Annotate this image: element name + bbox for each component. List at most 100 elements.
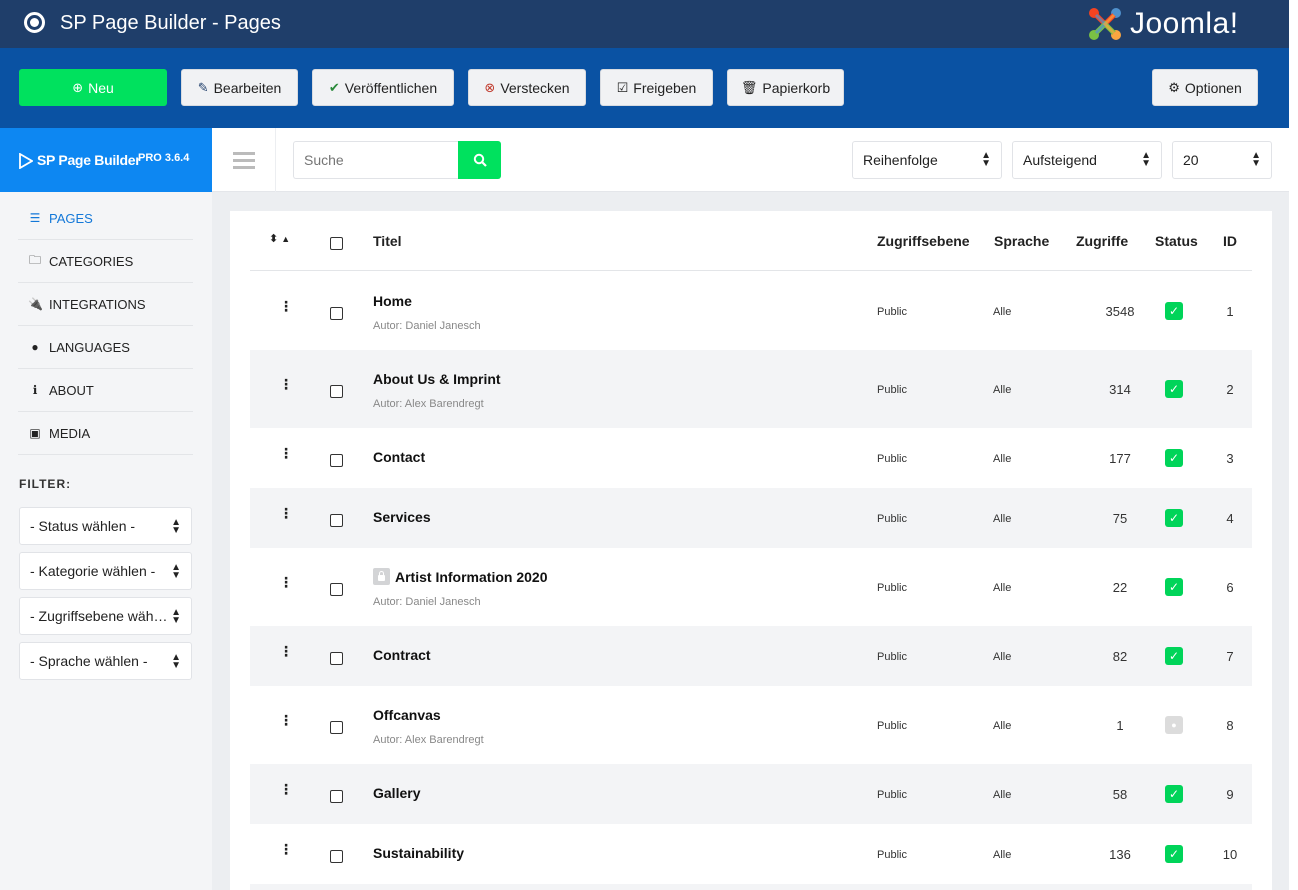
select-all-checkbox[interactable]: [330, 237, 343, 250]
page-title-link[interactable]: Sustainability: [373, 845, 464, 861]
drag-handle-icon[interactable]: ⋮: [279, 506, 293, 520]
trash-icon: 🗑: [740, 79, 758, 95]
category-filter-select[interactable]: - Kategorie wählen - ▲ ▼: [19, 552, 192, 590]
status-toggle[interactable]: ✓: [1165, 845, 1183, 863]
status-toggle[interactable]: ✓: [1165, 647, 1183, 665]
folder-icon: 🗀: [28, 252, 41, 267]
page-id: 6: [1226, 580, 1234, 595]
select-arrows-icon: ▲ ▼: [171, 607, 181, 626]
page-author: Autor: Daniel Janesch: [373, 320, 481, 332]
options-button[interactable]: ⚙ Optionen: [1152, 69, 1258, 106]
gear-icon: ⚙: [1168, 79, 1180, 95]
column-status[interactable]: Status: [1155, 233, 1198, 249]
plus-circle-icon: ⊕: [72, 79, 84, 95]
page-title-link[interactable]: About Us & Imprint: [373, 371, 501, 387]
trash-button-label: Papierkorb: [762, 79, 831, 96]
page-title-link[interactable]: Offcanvas: [373, 707, 441, 723]
sidebar-toggle-button[interactable]: [212, 128, 276, 192]
page-author: Autor: Alex Barendregt: [373, 734, 484, 746]
column-access[interactable]: Zugriffsebene: [877, 233, 970, 249]
page-hits: 82: [1112, 649, 1128, 664]
new-button-label: Neu: [88, 79, 114, 96]
table-row: ⋮ Offcanvas Autor: Alex Barendregt Publi…: [250, 686, 1252, 764]
page-language: Alle: [993, 849, 1012, 861]
page-hits: 22: [1112, 580, 1128, 595]
check-icon: ✓: [1168, 511, 1180, 525]
sidebar-item-about[interactable]: ℹ ABOUT: [18, 369, 193, 412]
status-filter-select[interactable]: - Status wählen - ▲ ▼: [19, 507, 192, 545]
new-button[interactable]: ⊕ Neu: [19, 69, 167, 106]
ordering-sort-button[interactable]: ⬍ ▲: [269, 232, 290, 245]
row-checkbox[interactable]: [330, 790, 343, 803]
row-checkbox[interactable]: [330, 583, 343, 596]
joomla-brand-text: Joomla!: [1130, 7, 1239, 40]
drag-handle-icon[interactable]: ⋮: [279, 299, 293, 313]
access-filter-select[interactable]: - Zugriffsebene wäh… ▲ ▼: [19, 597, 192, 635]
edit-button[interactable]: ✎ Bearbeiten: [181, 69, 298, 106]
status-toggle[interactable]: ✓: [1165, 578, 1183, 596]
select-arrows-icon: ▲ ▼: [171, 517, 181, 536]
drag-handle-icon[interactable]: ⋮: [279, 377, 293, 391]
row-checkbox[interactable]: [330, 307, 343, 320]
direction-select[interactable]: Aufsteigend ▲ ▼: [1012, 141, 1162, 179]
search-button[interactable]: [458, 141, 501, 179]
select-arrows-icon: ▲ ▼: [1251, 150, 1261, 169]
sidebar-item-media[interactable]: ▣ MEDIA: [18, 412, 193, 455]
page-scrollbar[interactable]: [1289, 0, 1298, 890]
page-hits: 314: [1109, 382, 1131, 397]
status-toggle[interactable]: ●: [1165, 716, 1183, 734]
status-toggle[interactable]: ✓: [1165, 302, 1183, 320]
language-filter-select[interactable]: - Sprache wählen - ▲ ▼: [19, 642, 192, 680]
page-id: 10: [1222, 847, 1238, 862]
column-title[interactable]: Titel: [373, 233, 402, 249]
status-toggle[interactable]: ✓: [1165, 380, 1183, 398]
column-language[interactable]: Sprache: [994, 233, 1049, 249]
sp-logo-icon: [19, 153, 33, 169]
row-checkbox[interactable]: [330, 850, 343, 863]
access-filter-value: - Zugriffsebene wäh…: [30, 608, 168, 624]
sidebar-item-label: INTEGRATIONS: [49, 296, 146, 312]
drag-handle-icon[interactable]: ⋮: [279, 842, 293, 856]
sidebar-item-pages[interactable]: ☰ PAGES: [18, 197, 193, 240]
row-checkbox[interactable]: [330, 514, 343, 527]
drag-handle-icon[interactable]: ⋮: [279, 446, 293, 460]
row-checkbox[interactable]: [330, 385, 343, 398]
drag-handle-icon[interactable]: ⋮: [279, 575, 293, 589]
page-title-link[interactable]: Home: [373, 293, 412, 309]
sidebar-item-languages[interactable]: ● LANGUAGES: [18, 326, 193, 369]
status-toggle[interactable]: ✓: [1165, 509, 1183, 527]
search-input[interactable]: [293, 141, 459, 179]
row-checkbox[interactable]: [330, 652, 343, 665]
page-title-link[interactable]: Gallery: [373, 785, 420, 801]
page-access: Public: [877, 513, 907, 525]
drag-handle-icon[interactable]: ⋮: [279, 782, 293, 796]
status-toggle[interactable]: ✓: [1165, 785, 1183, 803]
limit-select[interactable]: 20 ▲ ▼: [1172, 141, 1272, 179]
drag-handle-icon[interactable]: ⋮: [279, 713, 293, 727]
status-toggle[interactable]: ✓: [1165, 449, 1183, 467]
action-toolbar: ⊕ Neu ✎ Bearbeiten ✔ Veröffentlichen ⊗ Verst…: [0, 48, 1298, 128]
publish-button[interactable]: ✔ Veröffentlichen: [312, 69, 454, 106]
table-row: ⋮ Home Autor: Daniel Janesch Public Alle…: [250, 272, 1252, 350]
column-hits[interactable]: Zugriffe: [1076, 233, 1128, 249]
globe-icon: ●: [31, 340, 39, 354]
drag-handle-icon[interactable]: ⋮: [279, 644, 293, 658]
checkin-button[interactable]: ☑ Freigeben: [600, 69, 713, 106]
page-author: Autor: Daniel Janesch: [373, 596, 481, 608]
page-title-link[interactable]: Services: [373, 509, 431, 525]
page-title-link[interactable]: Contract: [373, 647, 431, 663]
column-id[interactable]: ID: [1223, 233, 1237, 249]
page-title-link[interactable]: Artist Information 2020: [373, 568, 547, 585]
select-arrows-icon: ▲ ▼: [171, 652, 181, 671]
row-checkbox[interactable]: [330, 721, 343, 734]
page-access: Public: [877, 789, 907, 801]
sidebar-item-categories[interactable]: 🗀 CATEGORIES: [18, 240, 193, 283]
page-title-link[interactable]: Contact: [373, 449, 425, 465]
page-title-text: Artist Information 2020: [395, 569, 548, 585]
order-by-select[interactable]: Reihenfolge ▲ ▼: [852, 141, 1002, 179]
sidebar-item-integrations[interactable]: 🔌 INTEGRATIONS: [18, 283, 193, 326]
trash-button[interactable]: 🗑 Papierkorb: [727, 69, 844, 106]
unpublish-button[interactable]: ⊗ Verstecken: [468, 69, 586, 106]
status-filter-value: - Status wählen -: [30, 518, 136, 534]
row-checkbox[interactable]: [330, 454, 343, 467]
